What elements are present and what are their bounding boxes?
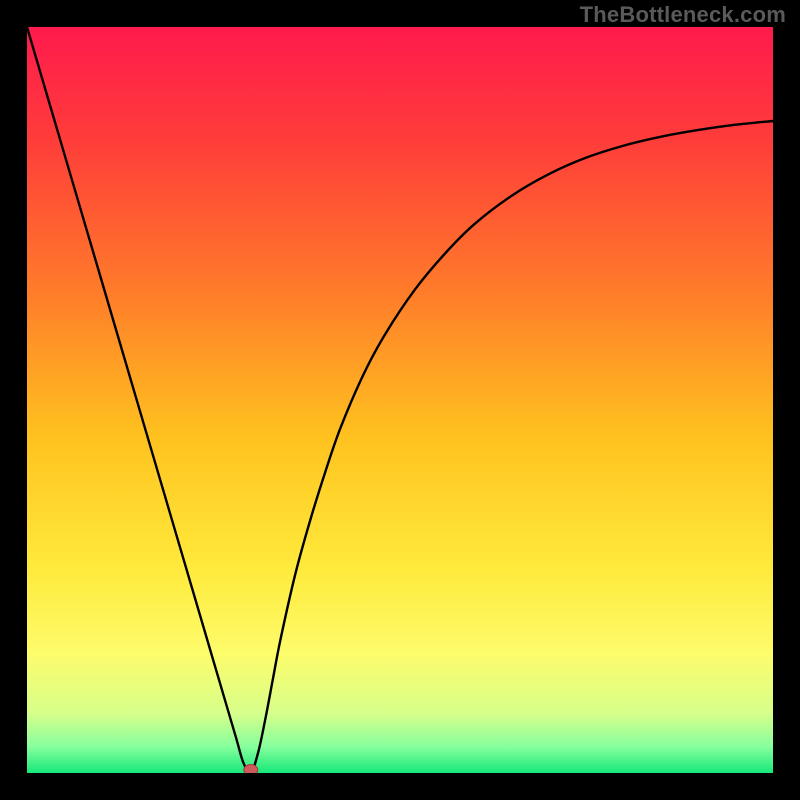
plot-area xyxy=(27,27,773,773)
plot-svg xyxy=(27,27,773,773)
chart-frame: TheBottleneck.com xyxy=(0,0,800,800)
gradient-background xyxy=(27,27,773,773)
minimum-marker xyxy=(244,765,258,774)
watermark-text: TheBottleneck.com xyxy=(580,2,786,28)
